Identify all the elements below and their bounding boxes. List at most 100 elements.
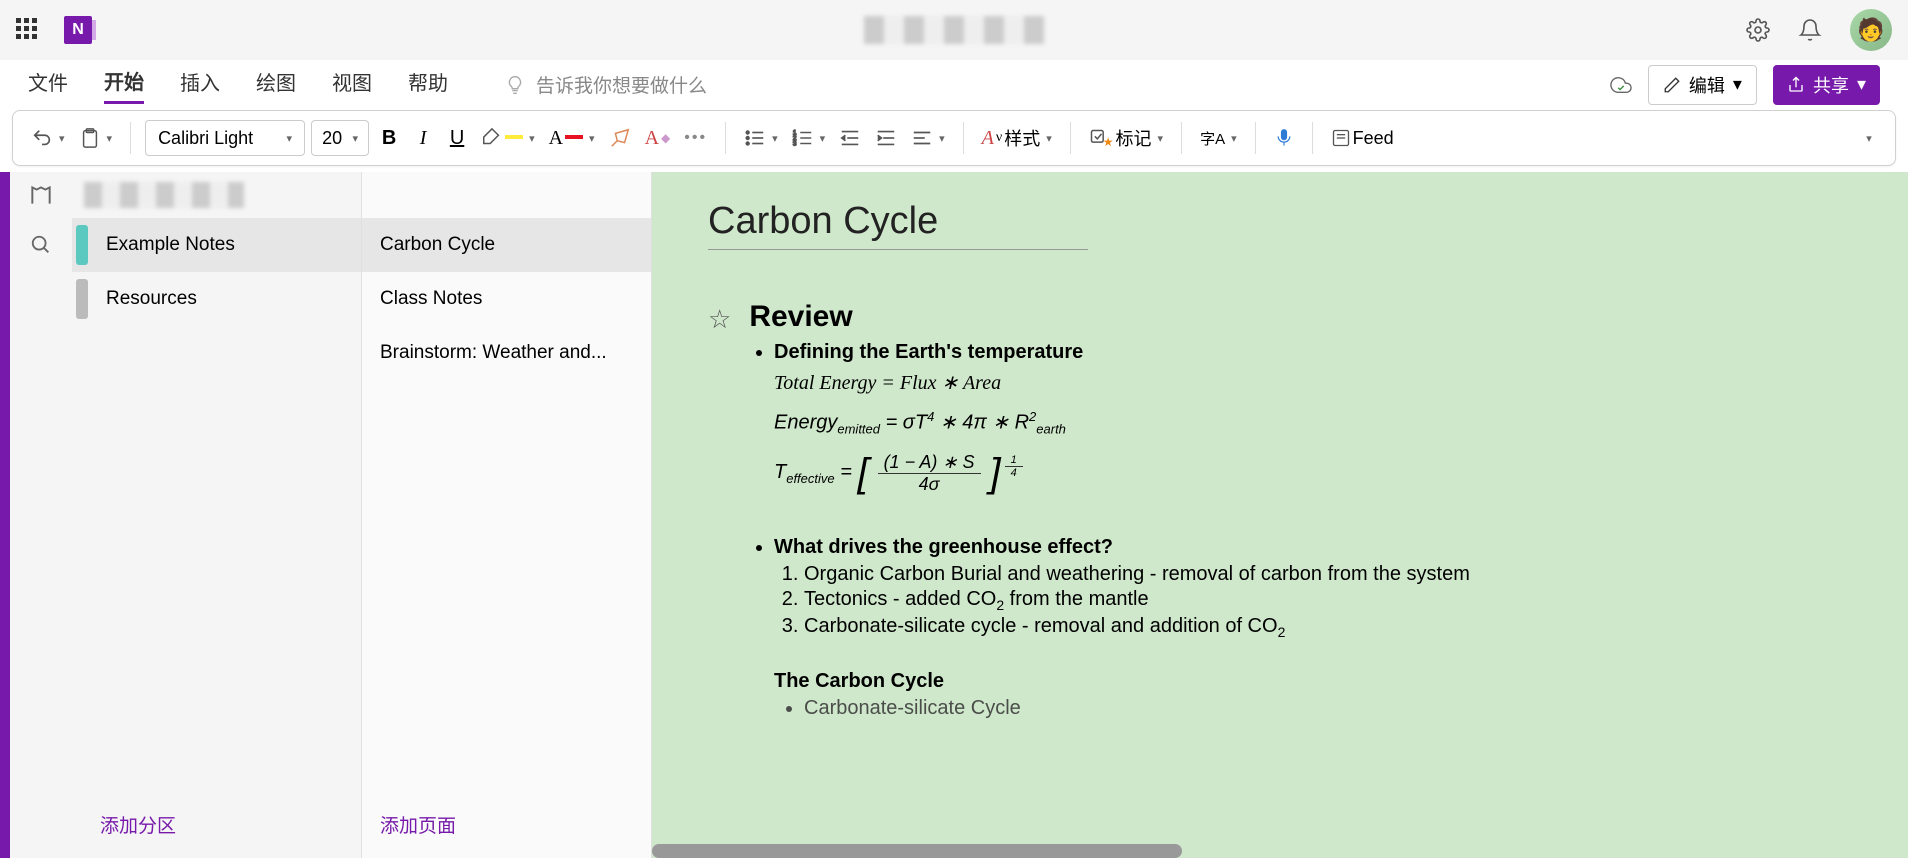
sections-panel: Example Notes Resources 添加分区 bbox=[72, 172, 362, 858]
feed-button[interactable]: Feed bbox=[1327, 120, 1398, 156]
bold-button[interactable]: B bbox=[375, 120, 403, 156]
pages-panel: Carbon Cycle Class Notes Brainstorm: Wea… bbox=[362, 172, 652, 858]
scrollbar-thumb[interactable] bbox=[652, 844, 1182, 858]
title-underline bbox=[708, 249, 1088, 250]
page-item[interactable]: Class Notes bbox=[362, 272, 651, 326]
styles-button[interactable]: Aν 样式 ▾ bbox=[978, 120, 1056, 156]
chevron-down-icon: ▾ bbox=[287, 132, 293, 145]
edit-label: 编辑 bbox=[1689, 72, 1725, 98]
tags-button[interactable]: ★ 标记 ▾ bbox=[1085, 120, 1167, 156]
underline-button[interactable]: U bbox=[443, 120, 471, 156]
chevron-down-icon: ▾ bbox=[1158, 132, 1164, 145]
formula-energy-emitted: Energyemitted = σT4 ∗ 4π ∗ R2earth bbox=[774, 409, 1852, 437]
tags-label: 标记 bbox=[1116, 125, 1152, 151]
notebook-name-blurred bbox=[864, 16, 1044, 44]
font-size-value: 20 bbox=[322, 128, 342, 149]
formula-t-effective: Teffective = [ (1 − A) ∗ S4σ ]14 bbox=[774, 451, 1852, 496]
ol-item-3: Carbonate-silicate cycle - removal and a… bbox=[804, 615, 1852, 640]
bullet-greenhouse-question: What drives the greenhouse effect? bbox=[774, 536, 1852, 559]
font-size-select[interactable]: 20 ▾ bbox=[311, 120, 369, 156]
section-item[interactable]: Example Notes bbox=[72, 218, 361, 272]
share-button[interactable]: 共享 ▾ bbox=[1773, 65, 1880, 105]
onenote-logo[interactable]: N bbox=[64, 16, 92, 44]
font-family-select[interactable]: Calibri Light ▾ bbox=[145, 120, 305, 156]
edit-mode-button[interactable]: 编辑 ▾ bbox=[1648, 65, 1757, 105]
tab-home[interactable]: 开始 bbox=[104, 66, 144, 104]
clipboard-button[interactable]: ▾ bbox=[75, 120, 117, 156]
bullet-list-button[interactable]: ▾ bbox=[740, 120, 782, 156]
tab-view[interactable]: 视图 bbox=[332, 67, 372, 102]
heading-carbon-cycle: The Carbon Cycle bbox=[774, 670, 1852, 693]
title-bar: N 🧑 bbox=[0, 0, 1908, 60]
lightbulb-icon bbox=[504, 74, 526, 96]
tab-file[interactable]: 文件 bbox=[28, 67, 68, 102]
chevron-down-icon: ▾ bbox=[529, 132, 535, 145]
numbered-list-button[interactable]: 123 ▾ bbox=[788, 120, 830, 156]
notifications-icon[interactable] bbox=[1798, 18, 1822, 42]
indent-button[interactable] bbox=[871, 120, 901, 156]
outdent-button[interactable] bbox=[835, 120, 865, 156]
menu-tabs: 文件 开始 插入 绘图 视图 帮助 告诉我你想要做什么 编辑 ▾ 共享 ▾ bbox=[0, 60, 1908, 110]
collapse-ribbon-button[interactable]: ▾ bbox=[1853, 120, 1881, 156]
nav-rail bbox=[10, 172, 72, 858]
format-painter-button[interactable]: A ◆ bbox=[641, 120, 675, 156]
chevron-down-icon: ▾ bbox=[1231, 132, 1237, 145]
ol-item-1: Organic Carbon Burial and weathering - r… bbox=[804, 563, 1852, 586]
heading-review: Review bbox=[749, 300, 852, 334]
share-icon bbox=[1787, 76, 1805, 94]
chevron-down-icon: ▾ bbox=[1046, 132, 1052, 145]
editor-button[interactable]: 字A ▾ bbox=[1196, 120, 1241, 156]
chevron-down-icon: ▾ bbox=[772, 132, 778, 145]
ribbon-toolbar: ▾ ▾ Calibri Light ▾ 20 ▾ B I U ▾ A ▾ A ◆… bbox=[12, 110, 1896, 166]
font-color-button[interactable]: A ▾ bbox=[545, 120, 599, 156]
pencil-icon bbox=[1663, 76, 1681, 94]
main-area: Example Notes Resources 添加分区 Carbon Cycl… bbox=[0, 172, 1908, 858]
page-item[interactable]: Brainstorm: Weather and... bbox=[362, 326, 651, 380]
notebooks-icon[interactable] bbox=[28, 172, 54, 218]
dictate-button[interactable] bbox=[1270, 120, 1298, 156]
tab-help[interactable]: 帮助 bbox=[408, 67, 448, 102]
chevron-down-icon: ▾ bbox=[1857, 74, 1866, 95]
tell-me-search[interactable]: 告诉我你想要做什么 bbox=[504, 71, 707, 98]
user-avatar[interactable]: 🧑 bbox=[1850, 9, 1892, 51]
share-label: 共享 bbox=[1813, 72, 1849, 98]
formula-total-energy: Total Energy = Flux ∗ Area bbox=[774, 370, 1852, 395]
page-title[interactable]: Carbon Cycle bbox=[708, 200, 1088, 249]
paragraph-align-button[interactable]: ▾ bbox=[907, 120, 949, 156]
notebook-title-blurred[interactable] bbox=[72, 172, 361, 218]
tab-draw[interactable]: 绘图 bbox=[256, 67, 296, 102]
notebook-color-strip bbox=[0, 172, 10, 858]
page-canvas[interactable]: Carbon Cycle ☆ Review Defining the Earth… bbox=[652, 172, 1908, 858]
section-item[interactable]: Resources bbox=[72, 272, 361, 326]
chevron-down-icon: ▾ bbox=[1733, 74, 1742, 95]
add-page-button[interactable]: 添加页面 bbox=[362, 791, 651, 858]
search-icon[interactable] bbox=[30, 218, 52, 272]
section-label: Example Notes bbox=[106, 234, 235, 256]
tab-insert[interactable]: 插入 bbox=[180, 67, 220, 102]
feed-icon bbox=[1331, 128, 1351, 148]
chevron-down-icon: ▾ bbox=[59, 132, 65, 145]
app-launcher-icon[interactable] bbox=[16, 18, 40, 42]
font-family-value: Calibri Light bbox=[158, 128, 253, 149]
horizontal-scrollbar[interactable] bbox=[652, 844, 1908, 858]
chevron-down-icon: ▾ bbox=[107, 132, 113, 145]
sync-status-icon[interactable] bbox=[1610, 74, 1632, 96]
feed-label: Feed bbox=[1353, 128, 1394, 149]
undo-button[interactable]: ▾ bbox=[27, 120, 69, 156]
svg-text:3: 3 bbox=[793, 140, 797, 147]
more-formatting-button[interactable]: ••• bbox=[680, 120, 711, 156]
add-section-button[interactable]: 添加分区 bbox=[72, 791, 361, 858]
section-color-tab bbox=[76, 279, 88, 319]
highlight-button[interactable]: ▾ bbox=[477, 120, 539, 156]
styles-label: 样式 bbox=[1004, 125, 1040, 151]
chevron-down-icon: ▾ bbox=[820, 132, 826, 145]
star-tag-icon[interactable]: ☆ bbox=[708, 304, 731, 335]
italic-button[interactable]: I bbox=[409, 120, 437, 156]
page-item[interactable]: Carbon Cycle bbox=[362, 218, 651, 272]
chevron-down-icon: ▾ bbox=[1866, 132, 1872, 145]
ol-item-2: Tectonics - added CO2 from the mantle bbox=[804, 588, 1852, 613]
clear-formatting-button[interactable] bbox=[605, 120, 635, 156]
settings-icon[interactable] bbox=[1746, 18, 1770, 42]
chevron-down-icon: ▾ bbox=[939, 132, 945, 145]
section-color-tab bbox=[76, 225, 88, 265]
